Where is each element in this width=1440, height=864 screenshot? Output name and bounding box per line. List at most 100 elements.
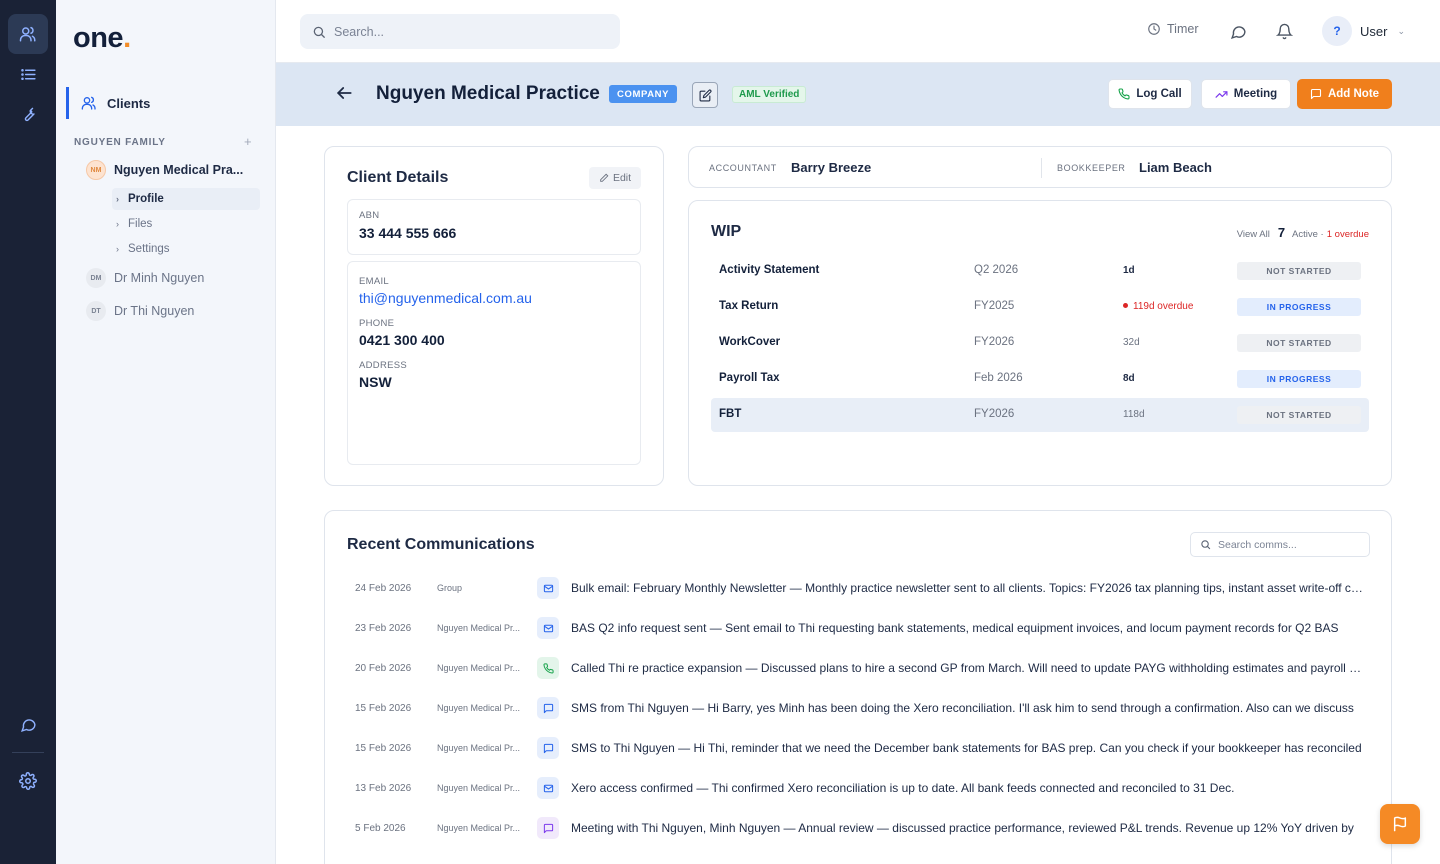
abn-label: ABN xyxy=(359,210,380,221)
search-box[interactable] xyxy=(300,14,620,49)
chat-icon[interactable] xyxy=(8,704,48,744)
sidebar-item-settings[interactable]: › Settings xyxy=(116,243,170,255)
wip-row[interactable]: FBT FY2026 118d NOT STARTED xyxy=(711,398,1369,432)
wip-row[interactable]: Activity Statement Q2 2026 1d NOT STARTE… xyxy=(711,254,1369,288)
back-arrow-icon[interactable] xyxy=(334,83,356,105)
mail-icon xyxy=(537,617,559,639)
address-label: ADDRESS xyxy=(359,360,408,371)
sidebar: one. Clients NGUYEN FAMILY + NM Nguyen M… xyxy=(56,0,276,864)
comms-search-input[interactable] xyxy=(1218,538,1363,551)
rail-divider xyxy=(12,752,44,753)
sidebar-client-thi-nguyen[interactable]: DT Dr Thi Nguyen xyxy=(86,301,194,321)
comm-row[interactable]: 24 Feb 2026 Group Bulk email: February M… xyxy=(347,574,1367,604)
staff-card: ACCOUNTANT Barry Breeze BOOKKEEPER Liam … xyxy=(688,146,1392,188)
wip-name: Tax Return xyxy=(719,300,779,312)
comm-row[interactable]: 15 Feb 2026 Nguyen Medical Pr... SMS fro… xyxy=(347,694,1367,724)
search-input[interactable] xyxy=(334,24,594,39)
users-icon[interactable] xyxy=(8,14,48,54)
comm-row[interactable]: 15 Feb 2026 Nguyen Medical Pr... SMS to … xyxy=(347,734,1367,764)
chevron-right-icon: › xyxy=(116,219,119,229)
feedback-flag-button[interactable] xyxy=(1380,804,1420,844)
timer-button[interactable]: Timer xyxy=(1147,22,1198,36)
edit-details-button[interactable]: Edit xyxy=(589,167,641,189)
wip-name: Activity Statement xyxy=(719,264,820,276)
client-header: Nguyen Medical Practice COMPANY AML Veri… xyxy=(276,63,1440,126)
gear-icon[interactable] xyxy=(8,761,48,801)
abn-box: ABN 33 444 555 666 xyxy=(347,199,641,255)
wip-row[interactable]: Tax Return FY2025 119d overdue IN PROGRE… xyxy=(711,290,1369,324)
contact-box: EMAIL thi@nguyenmedical.com.au PHONE 042… xyxy=(347,261,641,465)
accountant-name: Barry Breeze xyxy=(791,160,872,175)
messages-icon[interactable] xyxy=(1228,21,1248,41)
comm-row[interactable]: 20 Feb 2026 Nguyen Medical Pr... Called … xyxy=(347,654,1367,684)
group-title: NGUYEN FAMILY xyxy=(74,137,166,148)
user-name: User xyxy=(1360,23,1388,39)
status-badge: NOT STARTED xyxy=(1237,334,1361,352)
comms-search-box[interactable] xyxy=(1190,532,1370,557)
message-icon xyxy=(537,697,559,719)
sidebar-client-minh-nguyen[interactable]: DM Dr Minh Nguyen xyxy=(86,268,204,288)
add-note-button[interactable]: Add Note xyxy=(1297,79,1392,109)
bell-icon[interactable] xyxy=(1274,21,1294,41)
wip-row[interactable]: Payroll Tax Feb 2026 8d IN PROGRESS xyxy=(711,362,1369,396)
comm-row[interactable]: 23 Feb 2026 Nguyen Medical Pr... BAS Q2 … xyxy=(347,614,1367,644)
edit-client-button[interactable] xyxy=(692,82,718,108)
comm-date: 20 Feb 2026 xyxy=(355,663,412,674)
comm-text: Xero access confirmed — Thi confirmed Xe… xyxy=(571,781,1235,795)
overdue-label: 1 overdue xyxy=(1326,229,1369,240)
active-label: Active · xyxy=(1292,229,1324,240)
comm-row[interactable]: 5 Feb 2026 Nguyen Medical Pr... Meeting … xyxy=(347,814,1367,844)
wip-name: WorkCover xyxy=(719,336,781,348)
sidebar-client-nguyen-medical[interactable]: NM Nguyen Medical Pra... xyxy=(86,160,243,180)
phone-icon xyxy=(537,657,559,679)
wip-row[interactable]: WorkCover FY2026 32d NOT STARTED xyxy=(711,326,1369,360)
sidebar-item-profile[interactable]: › Profile xyxy=(116,193,164,205)
add-group-member-button[interactable]: + xyxy=(244,134,252,149)
comm-text: BAS Q2 info request sent — Sent email to… xyxy=(571,621,1339,635)
comm-text: Bulk email: February Monthly Newsletter … xyxy=(571,581,1363,595)
clock-icon xyxy=(1148,23,1160,35)
wip-period: Q2 2026 xyxy=(974,264,1019,276)
comm-date: 24 Feb 2026 xyxy=(355,583,412,594)
chevron-down-icon: ⌄ xyxy=(1397,25,1405,36)
comm-client: Nguyen Medical Pr... xyxy=(437,703,521,713)
log-call-button[interactable]: Log Call xyxy=(1108,79,1192,109)
comm-date: 15 Feb 2026 xyxy=(355,703,412,714)
wip-due: 118d xyxy=(1123,409,1145,420)
wip-due: 119d overdue xyxy=(1123,301,1193,312)
search-icon xyxy=(313,26,325,38)
comm-date: 15 Feb 2026 xyxy=(355,743,412,754)
email-link[interactable]: thi@nguyenmedical.com.au xyxy=(359,290,532,306)
nav-clients[interactable]: Clients xyxy=(66,87,266,119)
comm-client: Nguyen Medical Pr... xyxy=(437,743,521,753)
comm-text: Meeting with Thi Nguyen, Minh Nguyen — A… xyxy=(571,821,1354,835)
wip-count: 7 xyxy=(1277,225,1286,240)
pencil-square-icon xyxy=(699,88,712,101)
wip-period: FY2026 xyxy=(974,408,1015,420)
wip-summary: View All 7 Active · 1 overdue xyxy=(1237,225,1369,240)
card-title: WIP xyxy=(711,223,742,240)
comm-text: Called Thi re practice expansion — Discu… xyxy=(571,661,1363,675)
wrench-icon[interactable] xyxy=(8,94,48,134)
aml-verified-badge: AML Verified xyxy=(732,86,807,103)
wip-name: Payroll Tax xyxy=(719,372,780,384)
abn-value: 33 444 555 666 xyxy=(359,225,457,241)
wip-period: FY2026 xyxy=(974,336,1015,348)
view-all-link[interactable]: View All xyxy=(1237,229,1270,240)
comm-client: Nguyen Medical Pr... xyxy=(437,823,521,833)
sidebar-item-files[interactable]: › Files xyxy=(116,218,152,230)
comm-date: 23 Feb 2026 xyxy=(355,623,412,634)
search-icon xyxy=(1201,540,1211,550)
company-badge: COMPANY xyxy=(609,85,678,103)
chevron-right-icon: › xyxy=(116,244,119,254)
trending-up-icon xyxy=(1215,90,1228,98)
status-badge: NOT STARTED xyxy=(1237,406,1361,424)
user-menu[interactable]: ? User ⌄ xyxy=(1322,16,1405,46)
list-icon[interactable] xyxy=(8,54,48,94)
mail-icon xyxy=(537,777,559,799)
logo[interactable]: one. xyxy=(73,22,131,55)
avatar: NM xyxy=(86,160,106,180)
email-label: EMAIL xyxy=(359,276,390,287)
comm-row[interactable]: 13 Feb 2026 Nguyen Medical Pr... Xero ac… xyxy=(347,774,1367,804)
meeting-button[interactable]: Meeting xyxy=(1201,79,1291,109)
